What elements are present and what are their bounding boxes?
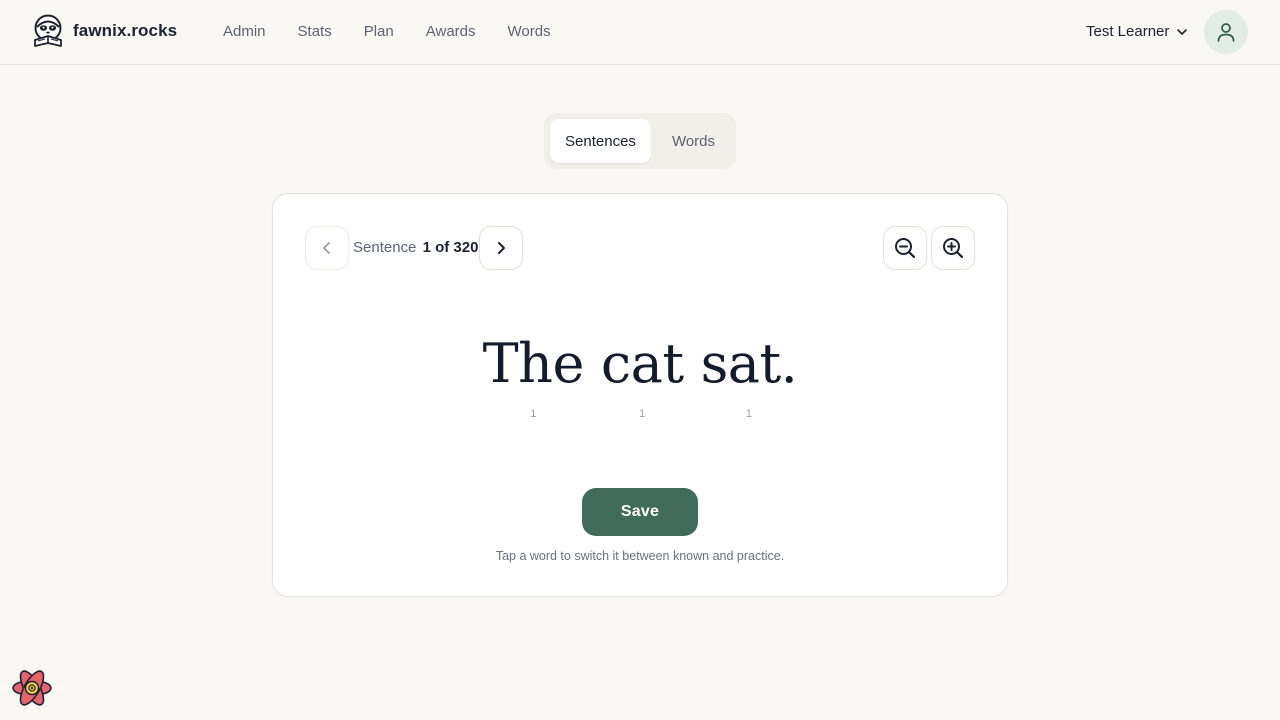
word-count: 1 [745, 408, 753, 420]
next-sentence-button[interactable] [479, 226, 523, 270]
react-logo-icon [12, 670, 52, 706]
save-button[interactable]: Save [582, 488, 698, 536]
user-menu-dropdown[interactable]: Test Learner [1086, 22, 1189, 42]
top-header: fawnix.rocks Admin Stats Plan Awards Wor… [0, 0, 1280, 65]
tab-sentences[interactable]: Sentences [550, 119, 651, 163]
hint-text: Tap a word to switch it between known an… [495, 549, 785, 563]
user-name: Test Learner [1086, 23, 1170, 40]
sentence-text: The 1 cat 1 sat. 1 [273, 332, 1007, 421]
chevron-right-icon [498, 242, 505, 254]
brand-name: fawnix.rocks [73, 21, 178, 40]
nav-words[interactable]: Words [508, 22, 551, 42]
nav-stats[interactable]: Stats [298, 22, 332, 42]
word-text: sat. [700, 332, 798, 395]
zoom-in-icon [943, 238, 964, 259]
zoom-out-icon [895, 238, 916, 259]
word-token[interactable]: sat. 1 [700, 332, 798, 421]
word-text: The [482, 332, 585, 395]
avatar-button[interactable] [1204, 10, 1248, 54]
chevron-left-icon [323, 242, 330, 254]
chevron-down-icon [1177, 29, 1188, 35]
zoom-in-button[interactable] [931, 226, 975, 270]
sloth-logo-icon [34, 14, 62, 47]
word-count: 1 [530, 408, 537, 420]
sentence-card: Sentence 1 of 320 The 1 cat 1 sat. 1 Sav… [272, 193, 1008, 597]
mode-toggle: Sentences Words [544, 113, 736, 169]
word-token[interactable]: The 1 [482, 332, 585, 421]
user-icon [1217, 23, 1235, 42]
word-token[interactable]: cat 1 [600, 332, 684, 421]
nav-plan[interactable]: Plan [364, 22, 394, 42]
counter-label: Sentence [353, 239, 417, 256]
counter-value: 1 of 320 [422, 239, 479, 256]
devtools-button[interactable] [10, 666, 54, 710]
previous-sentence-button[interactable] [305, 226, 349, 270]
brand-link[interactable]: fawnix.rocks [31, 14, 177, 48]
nav-admin[interactable]: Admin [223, 22, 266, 42]
tab-words[interactable]: Words [657, 119, 730, 163]
nav-awards[interactable]: Awards [426, 22, 476, 42]
main-nav: Admin Stats Plan Awards Words [223, 22, 551, 42]
word-text: cat [600, 332, 684, 395]
zoom-out-button[interactable] [883, 226, 927, 270]
sentence-counter: Sentence 1 of 320 [353, 238, 478, 258]
word-count: 1 [639, 408, 646, 420]
